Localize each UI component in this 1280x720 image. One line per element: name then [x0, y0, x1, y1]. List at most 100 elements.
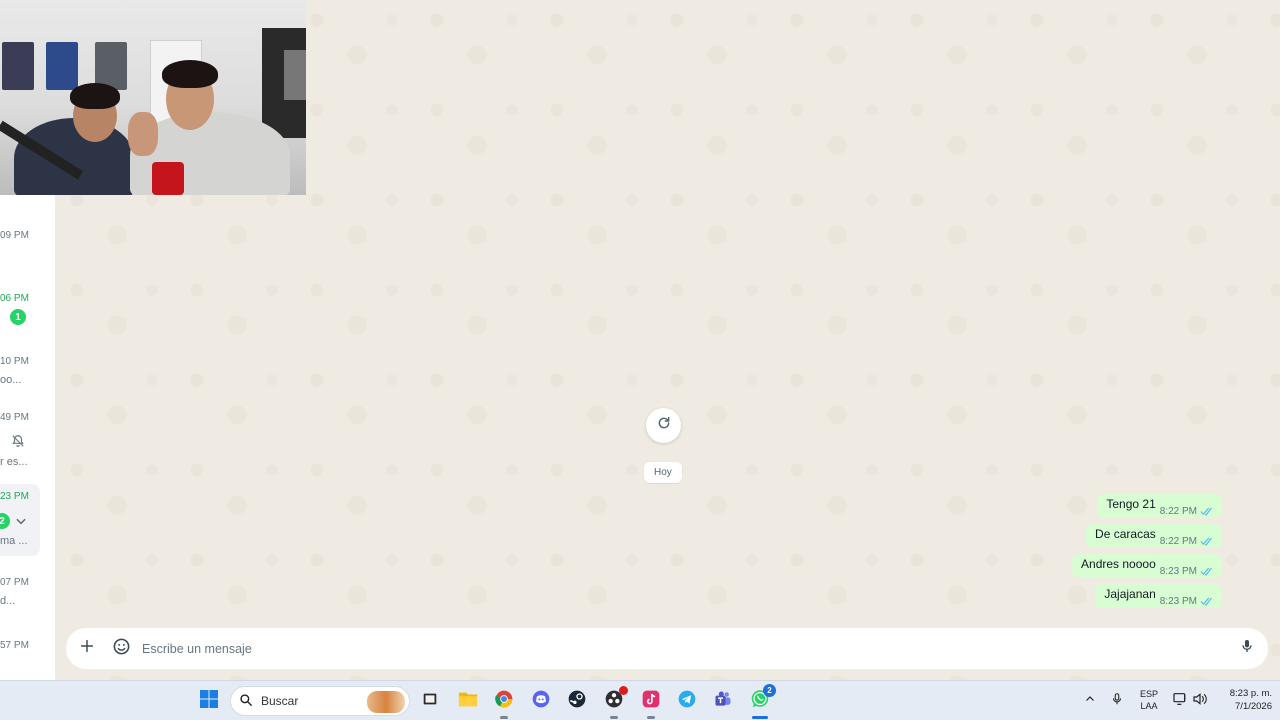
message-meta: 8:23 PM: [1160, 596, 1214, 607]
taskbar-app-discord[interactable]: [529, 689, 553, 713]
recording-indicator: [619, 686, 628, 695]
microphone-tray-button[interactable]: [1105, 689, 1129, 713]
chat-snippet: r es...: [0, 456, 28, 468]
chat-time: 07 PM: [0, 577, 29, 588]
message-time: 8:23 PM: [1159, 565, 1197, 577]
taskbar-app-steam[interactable]: [565, 689, 589, 713]
chrome-icon: [494, 689, 514, 714]
monitor-network-icon: [1172, 692, 1188, 711]
chat-row[interactable]: 07 PM d...: [0, 575, 55, 615]
message-text: Andres noooo: [1081, 556, 1156, 571]
unread-badge: 1: [10, 309, 26, 325]
chat-time: 10 PM: [0, 356, 29, 367]
clock-time: 8:23 p. m.: [1229, 688, 1272, 699]
taskbar-app-whatsapp[interactable]: 2: [748, 684, 776, 719]
teams-icon: [713, 689, 733, 714]
chat-time: 09 PM: [0, 230, 29, 241]
muted-bell-icon: [11, 434, 25, 451]
telegram-icon: [677, 689, 697, 714]
running-indicator: [647, 716, 655, 719]
chat-row[interactable]: 09 PM: [0, 228, 55, 248]
message-text: De caracas: [1095, 526, 1156, 541]
chevron-down-icon[interactable]: [14, 514, 28, 531]
taskbar-app-obs[interactable]: [602, 686, 628, 719]
shelf: [284, 50, 306, 100]
folder-icon: [457, 689, 479, 714]
steam-icon: [567, 689, 587, 714]
start-button[interactable]: [197, 689, 221, 713]
message-bubble-outgoing[interactable]: De caracas 8:22 PM: [1086, 524, 1222, 548]
running-indicator: [752, 716, 768, 719]
message-meta: 8:23 PM: [1160, 566, 1214, 577]
taskbar-app-chrome[interactable]: [492, 689, 516, 719]
chat-time: 57 PM: [0, 640, 29, 651]
speaker-icon: [1192, 692, 1208, 711]
wall-poster: [2, 42, 34, 90]
message-input[interactable]: [142, 641, 1230, 656]
chat-snippet: oo...: [0, 374, 22, 386]
wall-poster: [46, 42, 78, 90]
windows-taskbar: Buscar 2 ESP LAA 8:23 p. m. 7/1/2026: [0, 680, 1280, 720]
input-language-indicator[interactable]: ESP LAA: [1136, 688, 1162, 712]
sticker-button[interactable]: [104, 632, 138, 666]
plus-icon: [79, 638, 95, 659]
webcam-overlay: [0, 0, 306, 195]
chat-time: 06 PM: [0, 293, 29, 304]
chat-time: 23 PM: [0, 491, 29, 502]
search-label: Buscar: [261, 694, 299, 708]
chat-row[interactable]: 57 PM: [0, 638, 55, 658]
microphone-icon: [1239, 637, 1255, 660]
message-composer: [66, 628, 1268, 669]
chat-snippet: d...: [0, 595, 16, 607]
taskbar-app-tiktok[interactable]: [639, 689, 663, 719]
date-divider: Hoy: [644, 462, 682, 483]
red-mug: [152, 162, 184, 195]
running-indicator: [610, 716, 618, 719]
volume-button[interactable]: [1188, 689, 1212, 713]
refresh-button[interactable]: [646, 408, 681, 443]
language-code: ESP: [1139, 689, 1158, 699]
chevron-up-icon: [1084, 692, 1096, 710]
show-hidden-icons-button[interactable]: [1078, 689, 1102, 713]
microphone-icon: [1110, 691, 1124, 712]
sticker-icon: [112, 637, 131, 661]
message-text: Tengo 21: [1106, 496, 1156, 511]
search-icon: [239, 693, 253, 710]
person-left-hair: [70, 83, 120, 109]
message-time: 8:22 PM: [1159, 535, 1197, 547]
taskbar-app-telegram[interactable]: [675, 689, 699, 713]
message-time: 8:23 PM: [1159, 595, 1197, 607]
double-check-icon: [1200, 597, 1214, 606]
double-check-icon: [1200, 567, 1214, 576]
running-indicator: [500, 716, 508, 719]
system-clock[interactable]: 8:23 p. m. 7/1/2026: [1212, 687, 1272, 713]
chat-row[interactable]: 06 PM 1: [0, 291, 55, 331]
taskbar-app-teams[interactable]: [711, 689, 735, 713]
double-check-icon: [1200, 537, 1214, 546]
double-check-icon: [1200, 507, 1214, 516]
message-bubble-outgoing[interactable]: Tengo 21 8:22 PM: [1097, 494, 1222, 518]
chat-row[interactable]: 49 PM r es...: [0, 410, 55, 470]
keyboard-layout: LAA: [1140, 701, 1158, 711]
discord-icon: [531, 689, 551, 714]
raised-hand: [128, 112, 158, 156]
message-meta: 8:22 PM: [1160, 506, 1214, 517]
windows-logo-icon: [199, 689, 219, 714]
message-bubble-outgoing[interactable]: Andres noooo 8:23 PM: [1072, 554, 1222, 578]
attach-button[interactable]: [70, 632, 104, 666]
voice-message-button[interactable]: [1230, 632, 1264, 666]
taskbar-search[interactable]: Buscar: [230, 686, 410, 716]
chat-row[interactable]: 10 PM oo...: [0, 354, 55, 394]
person-left: [14, 118, 134, 195]
tiktok-icon: [641, 689, 661, 714]
chat-row[interactable]: 23 PM 2 ma ...: [0, 489, 55, 549]
message-meta: 8:22 PM: [1160, 536, 1214, 547]
taskbar-app-task-view[interactable]: [418, 689, 442, 713]
task-view-icon: [421, 690, 439, 713]
person-right-hair: [162, 60, 218, 88]
notification-badge: 2: [763, 684, 776, 697]
clock-date: 7/1/2026: [1235, 701, 1272, 712]
chat-time: 49 PM: [0, 412, 29, 423]
message-bubble-outgoing[interactable]: Jajajanan 8:23 PM: [1095, 584, 1222, 608]
taskbar-app-file-explorer[interactable]: [456, 689, 480, 713]
